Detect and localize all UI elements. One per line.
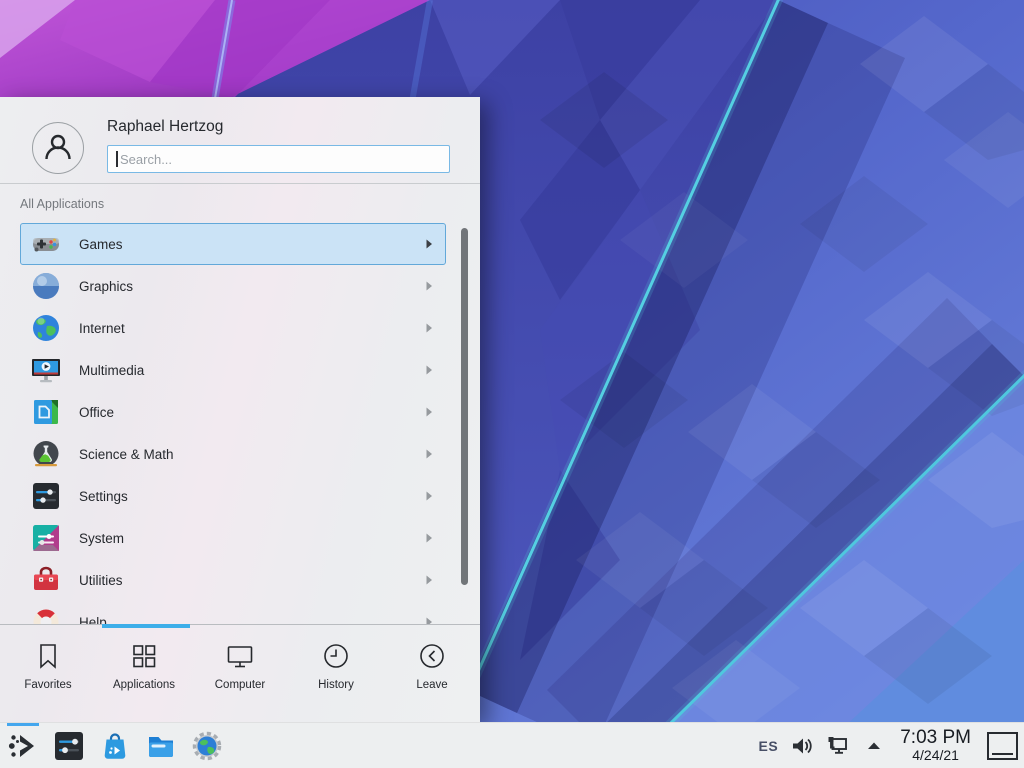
category-system[interactable]: System (20, 517, 446, 559)
utilities-icon (30, 564, 62, 596)
category-label: System (79, 531, 424, 546)
clock-time: 7:03 PM (900, 728, 971, 748)
category-graphics[interactable]: Graphics (20, 265, 446, 307)
text-caret (116, 151, 118, 167)
tab-history[interactable]: History (288, 625, 384, 722)
tab-label: History (318, 679, 354, 691)
monitor-icon (225, 641, 255, 671)
category-label: Help (79, 615, 424, 625)
multimedia-icon (30, 354, 62, 386)
chevron-right-icon (424, 239, 434, 249)
category-multimedia[interactable]: Multimedia (20, 349, 446, 391)
gamepad-icon (30, 228, 62, 260)
system-settings-button[interactable] (53, 730, 85, 762)
chevron-right-icon (424, 491, 434, 501)
category-label: Graphics (79, 279, 424, 294)
tab-label: Computer (215, 679, 266, 691)
globe-gear-icon (191, 730, 223, 762)
tab-computer[interactable]: Computer (192, 625, 288, 722)
taskbar-app-icons (0, 730, 223, 762)
chevron-right-icon (424, 617, 434, 624)
chevron-right-icon (424, 281, 434, 291)
desktop: Raphael Hertzog All Applications (0, 0, 1024, 768)
discover-icon (99, 730, 131, 762)
science-icon (30, 438, 62, 470)
grid-icon (129, 641, 159, 671)
sphere-icon (30, 270, 62, 302)
category-help[interactable]: Help (20, 601, 446, 624)
search-input[interactable] (107, 145, 450, 173)
category-label: Utilities (79, 573, 424, 588)
application-launcher-button[interactable] (7, 730, 39, 762)
user-name: Raphael Hertzog (107, 118, 223, 136)
chevron-right-icon (424, 575, 434, 585)
web-browser-button[interactable] (191, 730, 223, 762)
globe-icon (30, 312, 62, 344)
leave-icon (417, 641, 447, 671)
tab-label: Favorites (24, 679, 71, 691)
chevron-right-icon (424, 407, 434, 417)
category-label: Multimedia (79, 363, 424, 378)
folder-icon (145, 730, 177, 762)
launcher-tabbar: Favorites Applications Computer (0, 625, 480, 722)
system-settings-icon (53, 730, 85, 762)
discover-button[interactable] (99, 730, 131, 762)
category-games[interactable]: Games (20, 223, 446, 265)
category-label: Science & Math (79, 447, 424, 462)
chevron-right-icon (424, 533, 434, 543)
network-icon[interactable] (826, 734, 850, 758)
tab-leave[interactable]: Leave (384, 625, 480, 722)
digital-clock[interactable]: 7:03 PM 4/24/21 (900, 728, 971, 763)
system-icon (30, 522, 62, 554)
clock-date: 4/24/21 (912, 748, 959, 763)
chevron-right-icon (424, 365, 434, 375)
scrollbar[interactable] (461, 228, 468, 585)
application-launcher-menu: Raphael Hertzog All Applications (0, 97, 480, 722)
active-task-indicator (7, 723, 39, 726)
bookmark-icon (33, 641, 63, 671)
file-manager-button[interactable] (145, 730, 177, 762)
settings-icon (30, 480, 62, 512)
category-utilities[interactable]: Utilities (20, 559, 446, 601)
user-icon (41, 131, 75, 165)
section-label: All Applications (20, 197, 104, 211)
help-icon (30, 606, 62, 624)
search-field-wrap (107, 145, 450, 173)
category-label: Settings (79, 489, 424, 504)
category-science-math[interactable]: Science & Math (20, 433, 446, 475)
tab-label: Leave (416, 679, 447, 691)
category-label: Games (79, 237, 424, 252)
system-tray: ES (759, 728, 1024, 763)
category-office[interactable]: Office (20, 391, 446, 433)
volume-icon[interactable] (790, 734, 814, 758)
taskbar-panel: ES (0, 722, 1024, 768)
tab-label: Applications (113, 679, 175, 691)
tab-applications[interactable]: Applications (96, 625, 192, 722)
category-list: Games Graphics (20, 223, 446, 624)
chevron-right-icon (424, 449, 434, 459)
tab-favorites[interactable]: Favorites (0, 625, 96, 722)
clock-icon (321, 641, 351, 671)
expand-tray-icon[interactable] (862, 734, 886, 758)
kde-launcher-icon (7, 730, 39, 762)
category-label: Office (79, 405, 424, 420)
category-settings[interactable]: Settings (20, 475, 446, 517)
show-desktop-button[interactable] (987, 732, 1018, 760)
header-divider (0, 183, 480, 184)
office-icon (30, 396, 62, 428)
category-label: Internet (79, 321, 424, 336)
chevron-right-icon (424, 323, 434, 333)
user-avatar[interactable] (32, 122, 84, 174)
keyboard-layout-indicator[interactable]: ES (759, 738, 779, 754)
category-internet[interactable]: Internet (20, 307, 446, 349)
